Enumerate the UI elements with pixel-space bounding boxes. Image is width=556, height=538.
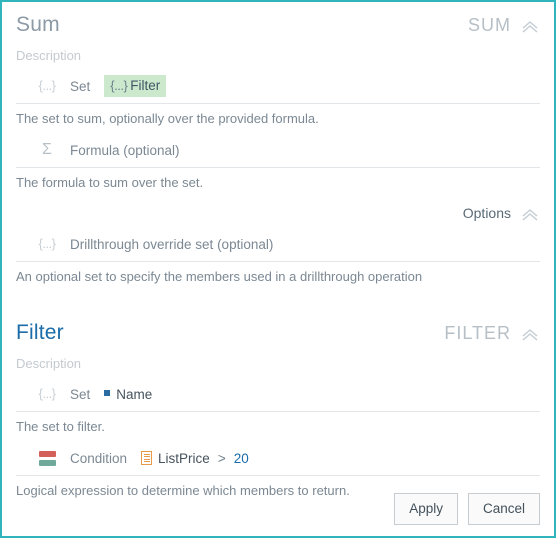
section-sum-description-label: Description (16, 48, 82, 63)
apply-button[interactable]: Apply (394, 493, 458, 525)
arg-row-filter-condition[interactable]: Condition ListPrice > 20 (16, 443, 540, 476)
arg-row-filter-set[interactable]: {...} Set Name (16, 379, 540, 412)
help-sum-formula: The formula to sum over the set. (16, 175, 204, 190)
chevron-up-icon[interactable] (520, 19, 540, 35)
options-label: Options (462, 205, 511, 221)
token-literal[interactable]: 20 (234, 451, 249, 466)
help-filter-set: The set to filter. (16, 419, 105, 434)
token-operator[interactable]: > (216, 451, 228, 466)
help-sum-set: The set to sum, optionally over the prov… (16, 111, 319, 126)
chip-filter[interactable]: {...} Filter (104, 75, 167, 97)
arg-label-filter-set: Set (70, 386, 91, 402)
section-sum-header-right: SUM (468, 14, 540, 36)
cancel-button[interactable]: Cancel (467, 493, 540, 525)
measure-column-icon (141, 451, 153, 465)
braces-set-icon: {...} (38, 386, 56, 401)
help-sum-drillthrough: An optional set to specify the members u… (16, 269, 423, 284)
section-filter-header-right: FILTER (444, 322, 540, 344)
arg-label-sum-formula: Formula (optional) (70, 142, 180, 158)
member-square-icon (104, 390, 111, 396)
formula-editor-panel: Sum SUM Description {...} Set {...} Filt… (0, 0, 556, 538)
arg-value-sum-set[interactable]: {...} Filter (104, 75, 167, 97)
section-filter-description-label: Description (16, 356, 82, 371)
section-filter-header: Filter FILTER (2, 310, 554, 346)
braces-set-icon: {...} (38, 78, 56, 93)
dialog-footer: Apply Cancel (394, 493, 540, 525)
condition-boolean-icon (30, 450, 64, 466)
section-divider-spacer (2, 286, 554, 310)
arg-row-sum-formula[interactable]: Σ Formula (optional) (16, 135, 540, 168)
section-sum: Sum SUM Description {...} Set {...} Filt… (2, 2, 554, 286)
arg-row-sum-drillthrough[interactable]: {...} Drillthrough override set (optiona… (16, 229, 540, 262)
arg-value-filter-condition[interactable]: ListPrice > 20 (141, 451, 249, 466)
chip-filter-label: Filter (130, 78, 161, 93)
arg-label-sum-set: Set (70, 78, 91, 94)
section-sum-tag: SUM (468, 15, 511, 35)
chevron-up-icon[interactable] (520, 207, 540, 223)
arg-label-filter-condition: Condition (70, 450, 128, 466)
sigma-icon: Σ (42, 141, 52, 158)
arg-label-sum-drillthrough: Drillthrough override set (optional) (70, 236, 274, 252)
section-filter-tag: FILTER (444, 323, 511, 343)
options-row-sum[interactable]: Options (2, 192, 554, 222)
section-filter: Filter FILTER Description {...} Set Name… (2, 310, 554, 500)
section-sum-title: Sum (16, 13, 60, 36)
arg-row-sum-set[interactable]: {...} Set {...} Filter (16, 71, 540, 104)
section-filter-title: Filter (16, 321, 64, 344)
braces-set-icon: {...} (38, 236, 56, 251)
chevron-up-icon[interactable] (520, 327, 540, 343)
arg-value-filter-set[interactable]: Name (104, 387, 152, 402)
token-name[interactable]: Name (116, 387, 152, 402)
token-listprice[interactable]: ListPrice (158, 451, 210, 466)
braces-set-icon: {...} (110, 77, 128, 93)
section-sum-header: Sum SUM (2, 2, 554, 38)
